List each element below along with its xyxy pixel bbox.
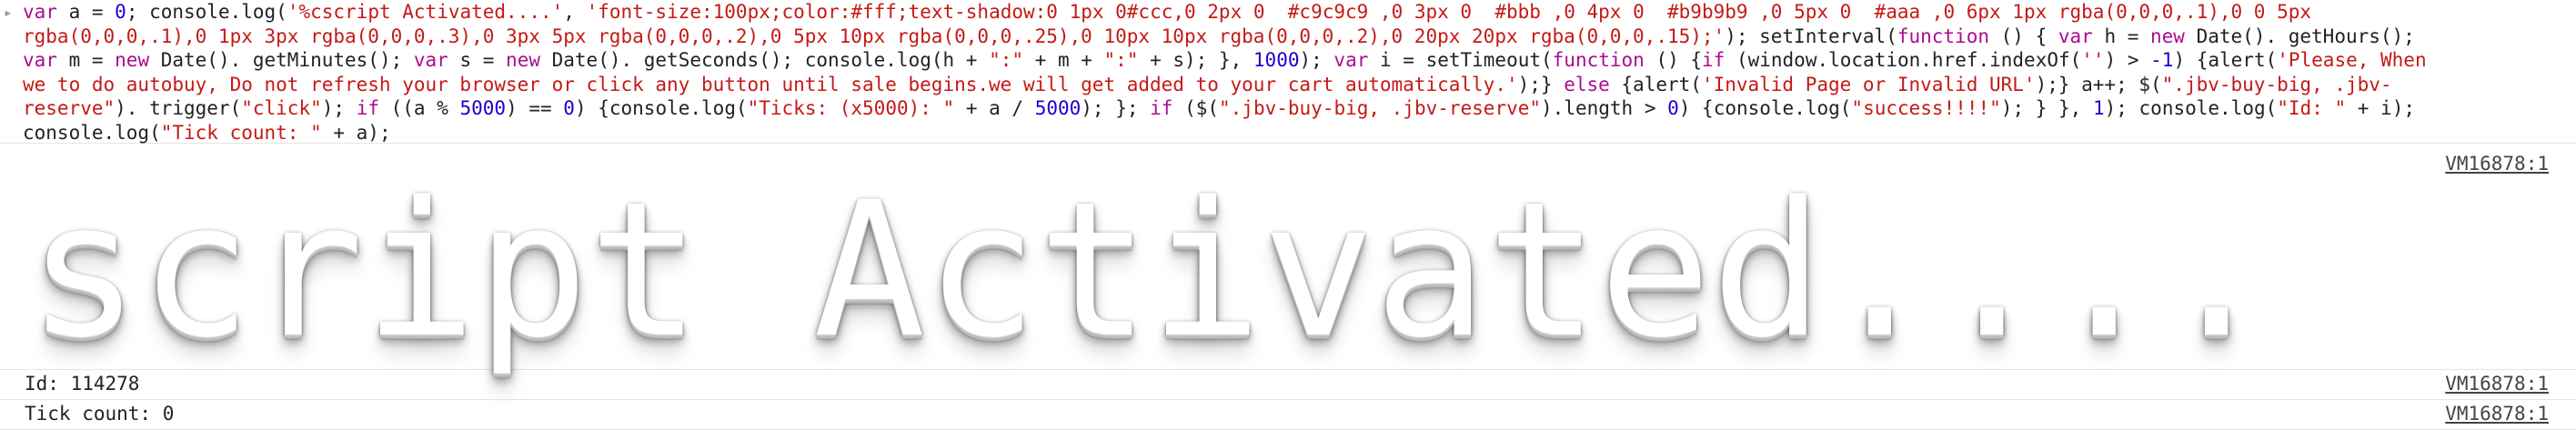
code-token: else	[1564, 73, 1610, 95]
code-token: ".jbv-buy-big, .jbv-	[2161, 73, 2392, 95]
code-token: s =	[448, 49, 507, 71]
code-line: reserve"). trigger("click"); if ((a % 50…	[23, 96, 2576, 121]
console-message-tick-count: Tick count: 0 VM16878:1	[0, 400, 2576, 430]
code-token: ($(	[1172, 97, 1220, 119]
code-token: ) >	[2104, 49, 2151, 71]
code-token: 1	[2092, 97, 2105, 119]
code-token: "Ticks: (x5000): "	[747, 97, 955, 119]
code-token: () {	[1989, 25, 2058, 47]
code-line: we to do autobuy, Do not refresh your br…	[23, 73, 2576, 97]
code-token: var	[23, 1, 57, 23]
code-token: + a /	[954, 97, 1035, 119]
code-token: 0	[1667, 97, 1679, 119]
code-token: + i);	[2346, 97, 2415, 119]
code-token: {alert(	[1609, 73, 1702, 95]
code-token: );} a++; $(	[2035, 73, 2162, 95]
code-token: new	[506, 49, 540, 71]
code-token: ":"	[1103, 49, 1139, 71]
code-token: new	[115, 49, 150, 71]
source-link[interactable]: VM16878:1	[2445, 373, 2549, 395]
code-token: rgba(0,0,0,.1),0 1px 3px rgba(0,0,0,.3),…	[23, 25, 1726, 47]
console-message-id: Id: 114278 VM16878:1	[0, 370, 2576, 400]
code-token: m =	[56, 49, 116, 71]
code-token: we to do autobuy, Do not refresh your br…	[23, 73, 1518, 95]
code-token: 1000	[1253, 49, 1300, 71]
code-token: Date(). getMinutes();	[149, 49, 414, 71]
code-token: + a);	[321, 121, 391, 144]
code-token: ).length >	[1541, 97, 1668, 119]
code-token: ) {console.log(	[1678, 97, 1852, 119]
code-token: reserve"	[23, 97, 116, 119]
code-token: ,	[563, 1, 587, 23]
code-token: ((a %	[378, 97, 460, 119]
code-token: );	[1299, 49, 1334, 71]
code-token: "Tick count: "	[160, 121, 322, 144]
source-link[interactable]: VM16878:1	[2445, 403, 2549, 425]
code-token: );	[321, 97, 357, 119]
code-token: function	[1552, 49, 1645, 71]
code-token: 'Please, When	[2277, 49, 2427, 71]
chevron-right-icon[interactable]: ▸	[4, 4, 13, 21]
code-token: new	[2150, 25, 2185, 47]
code-token: () {	[1644, 49, 1703, 71]
code-token: 0	[563, 97, 575, 119]
code-token: ) ==	[506, 97, 564, 119]
code-token: "Id: "	[2277, 97, 2347, 119]
code-token: Date(). getSeconds(); console.log(h +	[539, 49, 990, 71]
code-token: ; console.log(	[126, 1, 287, 23]
code-token: var	[2058, 25, 2093, 47]
code-token: ). trigger(	[115, 97, 242, 119]
code-token: h =	[2092, 25, 2151, 47]
styled-banner-text: script Activated....	[27, 163, 2273, 379]
code-line: console.log("Tick count: " + a);	[23, 121, 2576, 145]
code-line: var m = new Date(). getMinutes(); var s …	[23, 48, 2576, 73]
code-token: a =	[56, 1, 116, 23]
code-token: 5000	[459, 97, 507, 119]
code-token: var	[23, 49, 57, 71]
code-token: if	[356, 97, 379, 119]
code-token: if	[1150, 97, 1173, 119]
source-link[interactable]: VM16878:1	[2445, 153, 2549, 175]
code-token: "click"	[241, 97, 322, 119]
code-token: i = setTimeout(	[1368, 49, 1553, 71]
code-token: ); } },	[2000, 97, 2093, 119]
code-token: 'Invalid Page or Invalid URL'	[1701, 73, 2036, 95]
code-token: var	[413, 49, 448, 71]
log-text: Id: 114278	[25, 373, 140, 395]
console-message-banner: VM16878:1 script Activated....	[0, 144, 2576, 379]
code-token: console.log(	[23, 121, 161, 144]
code-token: (window.location.href.indexOf(	[1725, 49, 2082, 71]
code-token: var	[1333, 49, 1369, 71]
code-token: '%cscript Activated....'	[287, 1, 564, 23]
log-text: Tick count: 0	[25, 403, 175, 425]
code-token: 0	[115, 1, 126, 23]
code-token: ''	[2081, 49, 2105, 71]
code-token: ) {alert(	[2173, 49, 2278, 71]
code-token: ) {console.log(	[574, 97, 748, 119]
code-token: ); console.log(	[2104, 97, 2278, 119]
code-token: Date(). getHours();	[2184, 25, 2415, 47]
code-token: + m +	[1023, 49, 1104, 71]
code-line: rgba(0,0,0,.1),0 1px 3px rgba(0,0,0,.3),…	[23, 25, 2576, 49]
code-token: ".jbv-buy-big, .jbv-reserve"	[1219, 97, 1542, 119]
code-token: if	[1702, 49, 1726, 71]
code-token: + s); },	[1138, 49, 1253, 71]
code-block[interactable]: var a = 0; console.log('%cscript Activat…	[23, 0, 2576, 145]
code-token: 5000	[1034, 97, 1082, 119]
code-token: ":"	[989, 49, 1024, 71]
code-token: ); setInterval(	[1725, 25, 1897, 47]
code-token: function	[1897, 25, 1989, 47]
code-token: 'font-size:100px;color:#fff;text-shadow:…	[586, 1, 2312, 23]
code-token: );}	[1517, 73, 1565, 95]
console-input-entry[interactable]: ▸ var a = 0; console.log('%cscript Activ…	[0, 0, 2576, 144]
code-token: ); };	[1081, 97, 1151, 119]
code-line: var a = 0; console.log('%cscript Activat…	[23, 0, 2576, 25]
code-token: -1	[2150, 49, 2174, 71]
code-token: "success!!!!"	[1851, 97, 2001, 119]
